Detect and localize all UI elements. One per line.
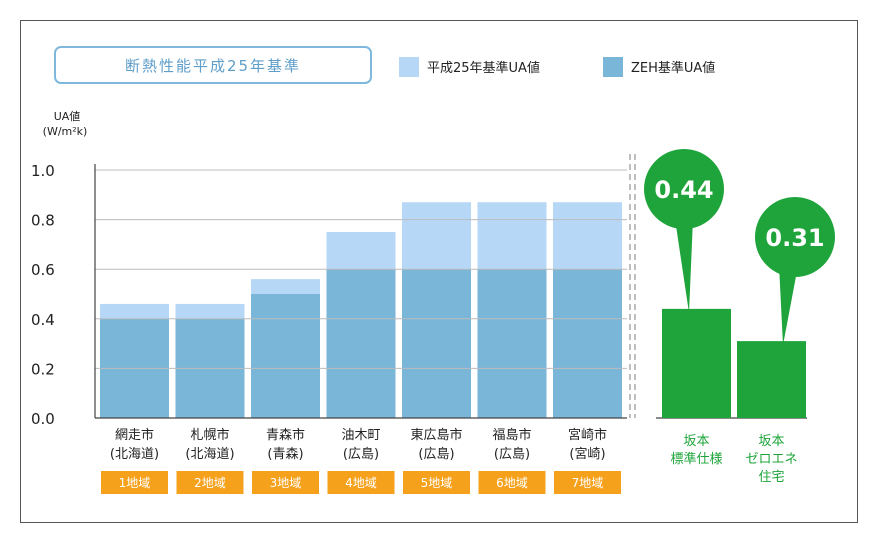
y-axis-unit: (W/m²k) xyxy=(43,125,88,138)
bar-sakamoto-2 xyxy=(737,341,806,418)
x-tick-name: 札幌市 xyxy=(190,427,229,443)
chart-canvas: 断熱性能平成25年基準 平成25年基準UA値 ZEH基準UA値 UA値 (W/m²k) 網… xyxy=(31,46,835,494)
x-tick-sub: (広島) xyxy=(494,447,530,462)
y-tick-label: 0.6 xyxy=(31,261,55,279)
x-tick-sub: (宮崎) xyxy=(569,446,605,462)
legend-label-h25: 平成25年基準UA値 xyxy=(427,60,540,76)
y-axis-label: UA値 xyxy=(54,110,81,123)
y-tick-label: 0.2 xyxy=(31,360,55,378)
region-badge-label: 5地域 xyxy=(421,476,453,490)
y-tick-label: 0.4 xyxy=(31,311,55,329)
legend-label-zeh: ZEH基準UA値 xyxy=(631,60,715,76)
x-tick-sub: (広島) xyxy=(343,447,379,462)
x-tick-name: 福島市 xyxy=(492,427,531,443)
region-badge-label: 2地域 xyxy=(194,476,226,490)
chart-title: 断熱性能平成25年基準 xyxy=(125,57,301,75)
x-tick-sub: (広島) xyxy=(418,447,454,462)
bar-zeh-5 xyxy=(402,269,471,418)
x-tick-name: 油木町 xyxy=(341,428,380,443)
x-tick-sub: (北海道) xyxy=(110,447,159,462)
x-tick-sakamoto: 坂本 xyxy=(758,434,784,449)
region-badge-label: 1地域 xyxy=(119,476,151,490)
x-tick-sub: (北海道) xyxy=(185,447,234,462)
bar-zeh-4 xyxy=(326,269,396,418)
x-tick-sakamoto: 標準仕様 xyxy=(670,451,722,467)
bar-zeh-6 xyxy=(477,269,547,418)
value-bubble-label: 0.44 xyxy=(654,176,713,204)
y-tick-label: 0.0 xyxy=(31,410,55,428)
bubble-pointer-2 xyxy=(779,265,797,346)
region-badge-label: 6地域 xyxy=(496,476,528,490)
value-bubble-label: 0.31 xyxy=(765,224,824,252)
legend-swatch-zeh xyxy=(603,57,623,77)
bubble-pointer-1 xyxy=(675,219,693,313)
y-tick-label: 1.0 xyxy=(31,162,55,180)
x-tick-name: 宮崎市 xyxy=(568,427,607,443)
legend-swatch-h25 xyxy=(399,57,419,77)
x-tick-sakamoto: 住宅 xyxy=(758,470,784,485)
region-badge-label: 3地域 xyxy=(270,476,302,490)
x-tick-sakamoto: 坂本 xyxy=(683,434,709,449)
x-tick-name: 青森市 xyxy=(266,427,305,443)
bar-sakamoto-1 xyxy=(662,308,731,418)
x-tick-sub: (青森) xyxy=(267,447,303,462)
y-tick-label: 0.8 xyxy=(31,212,55,230)
region-badge-label: 7地域 xyxy=(572,476,604,490)
x-tick-sakamoto: ゼロエネ xyxy=(745,452,797,467)
region-badge-label: 4地域 xyxy=(345,476,377,490)
chart-frame: 断熱性能平成25年基準 平成25年基準UA値 ZEH基準UA値 UA値 (W/m²k) 網… xyxy=(20,20,858,523)
bar-zeh-7 xyxy=(553,269,622,418)
bar-zeh-3 xyxy=(251,294,320,418)
x-tick-name: 網走市 xyxy=(115,427,154,443)
x-tick-name: 東広島市 xyxy=(410,427,462,443)
